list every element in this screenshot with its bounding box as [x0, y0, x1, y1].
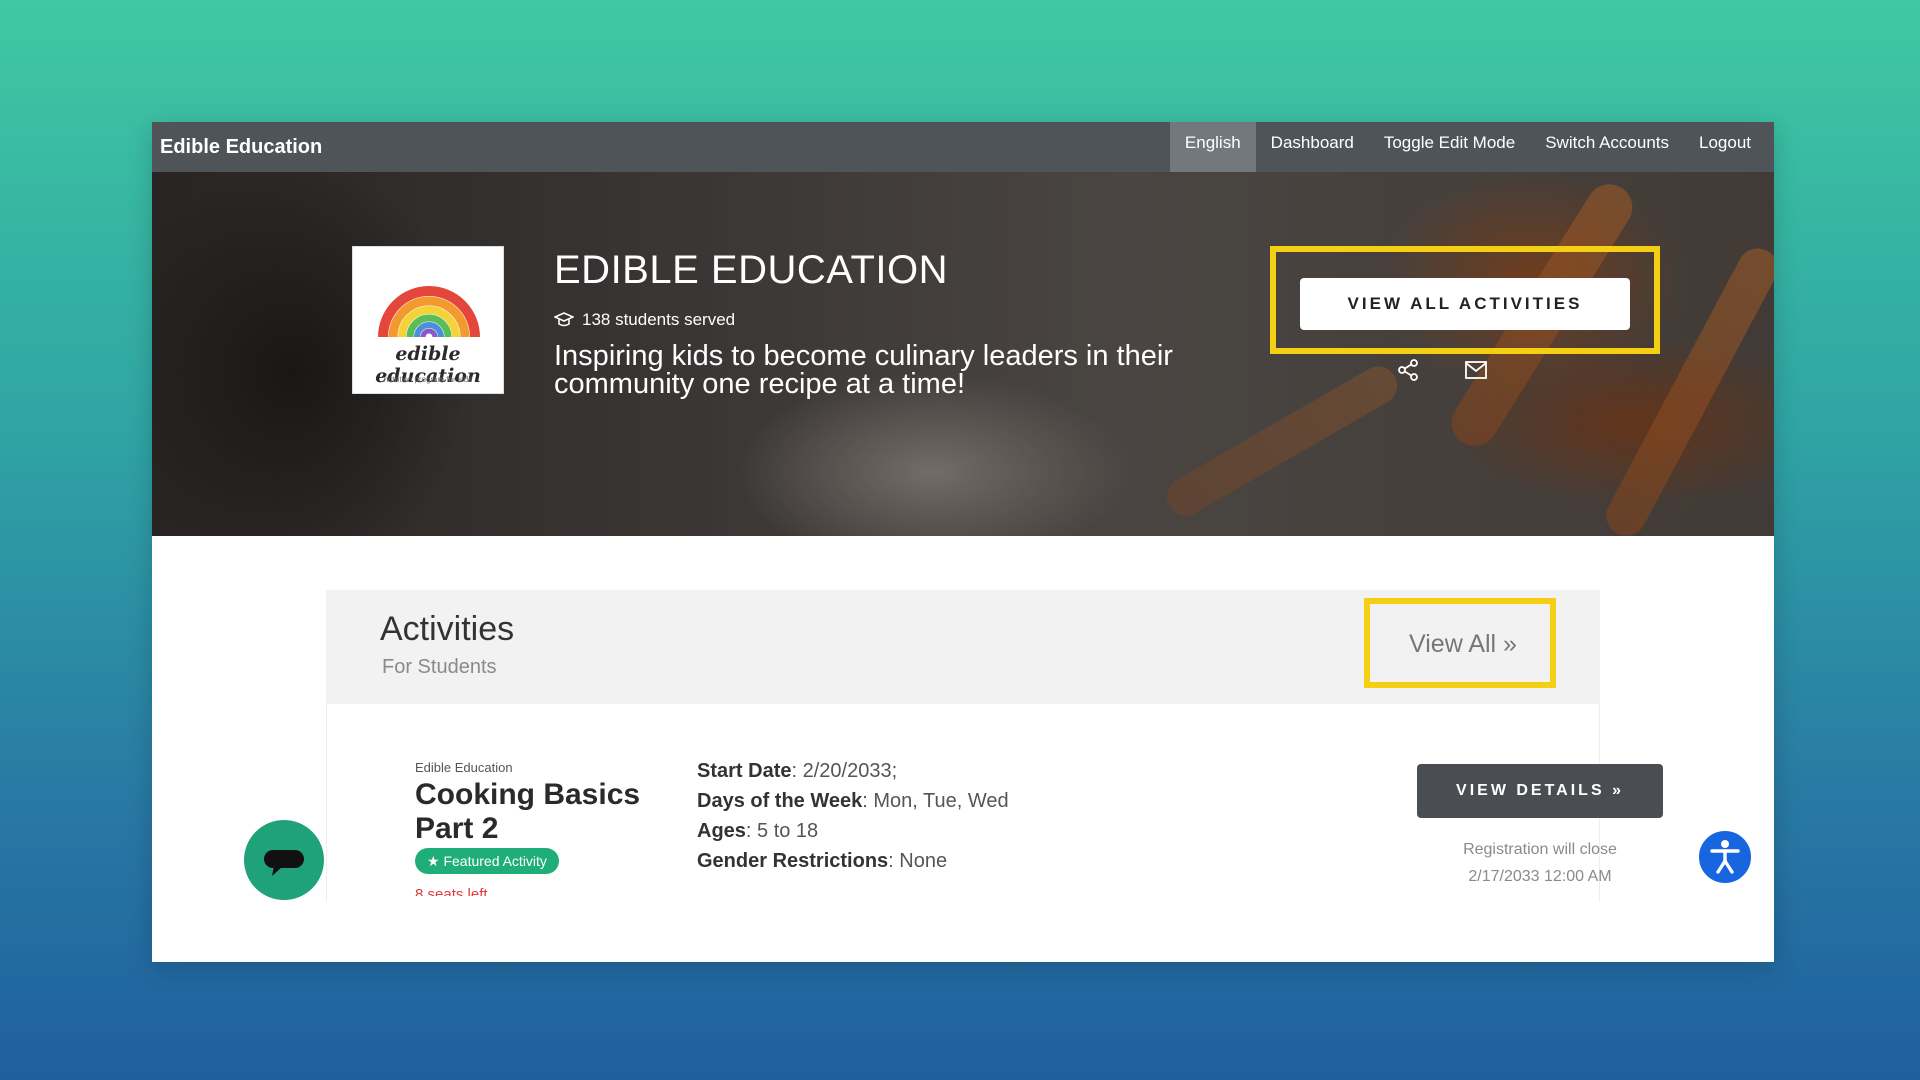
gender-value: : None: [888, 850, 948, 872]
ages-label: Ages: [697, 820, 746, 842]
gender-row: Gender Restrictions: None: [697, 846, 1009, 876]
chat-button[interactable]: [244, 820, 324, 900]
days-value: : Mon, Tue, Wed: [862, 790, 1009, 812]
hero-banner: edible education nutrition program for k…: [152, 172, 1774, 536]
nav-links: English Dashboard Toggle Edit Mode Switc…: [1169, 122, 1766, 172]
activity-details: Start Date: 2/20/2033; Days of the Week:…: [697, 756, 1009, 876]
students-served: 138 students served: [554, 308, 735, 332]
share-icon[interactable]: [1396, 358, 1420, 382]
ages-value: : 5 to 18: [745, 820, 819, 842]
page-title: EDIBLE EDUCATION: [554, 248, 948, 292]
activities-title: Activities: [380, 610, 515, 648]
seats-left: 8 seats left: [415, 886, 488, 896]
view-all-activities-button[interactable]: VIEW ALL ACTIVITIES: [1300, 278, 1630, 330]
mail-icon[interactable]: [1464, 360, 1488, 380]
gender-label: Gender Restrictions: [697, 850, 889, 872]
nav-dashboard[interactable]: Dashboard: [1256, 122, 1369, 172]
activity-title[interactable]: Cooking Basics Part 2: [415, 778, 655, 846]
view-details-button[interactable]: VIEW DETAILS »: [1417, 764, 1663, 818]
view-all-link[interactable]: View All »: [1388, 630, 1538, 660]
nav-english[interactable]: English: [1169, 122, 1256, 172]
chat-bubble-icon: [264, 850, 304, 876]
ages-row: Ages: 5 to 18: [697, 816, 1009, 846]
org-tagline: Inspiring kids to become culinary leader…: [554, 340, 1173, 400]
page-footer-space: [152, 902, 1774, 962]
logo-tagline: nutrition program for kids: [383, 375, 473, 384]
registration-close: Registration will close 2/17/2033 12:00 …: [1397, 836, 1683, 890]
start-date-value: : 2/20/2033;: [791, 760, 898, 782]
accessibility-button[interactable]: [1696, 828, 1754, 886]
nav-switch-accounts[interactable]: Switch Accounts: [1530, 122, 1684, 172]
brand-title[interactable]: Edible Education: [160, 122, 322, 172]
nav-toggle-edit-mode[interactable]: Toggle Edit Mode: [1369, 122, 1530, 172]
featured-badge: ★ Featured Activity: [415, 848, 559, 874]
start-date-row: Start Date: 2/20/2033;: [697, 756, 1009, 786]
students-served-text: 138 students served: [582, 310, 736, 329]
registration-close-date: 2/17/2033 12:00 AM: [1468, 868, 1612, 885]
top-navbar: Edible Education English Dashboard Toggl…: [152, 122, 1774, 172]
activity-org: Edible Education: [415, 760, 513, 775]
start-date-label: Start Date: [697, 760, 792, 782]
days-row: Days of the Week: Mon, Tue, Wed: [697, 786, 1009, 816]
org-logo: edible education nutrition program for k…: [352, 246, 504, 394]
activities-subtitle: For Students: [382, 656, 497, 678]
days-label: Days of the Week: [697, 790, 863, 812]
nav-logout[interactable]: Logout: [1684, 122, 1766, 172]
browser-frame: Edible Education English Dashboard Toggl…: [152, 122, 1774, 962]
rainbow-logo-icon: [378, 286, 480, 337]
registration-close-label: Registration will close: [1463, 841, 1617, 858]
accessibility-icon: [1710, 840, 1740, 874]
graduation-cap-icon: [554, 312, 574, 327]
